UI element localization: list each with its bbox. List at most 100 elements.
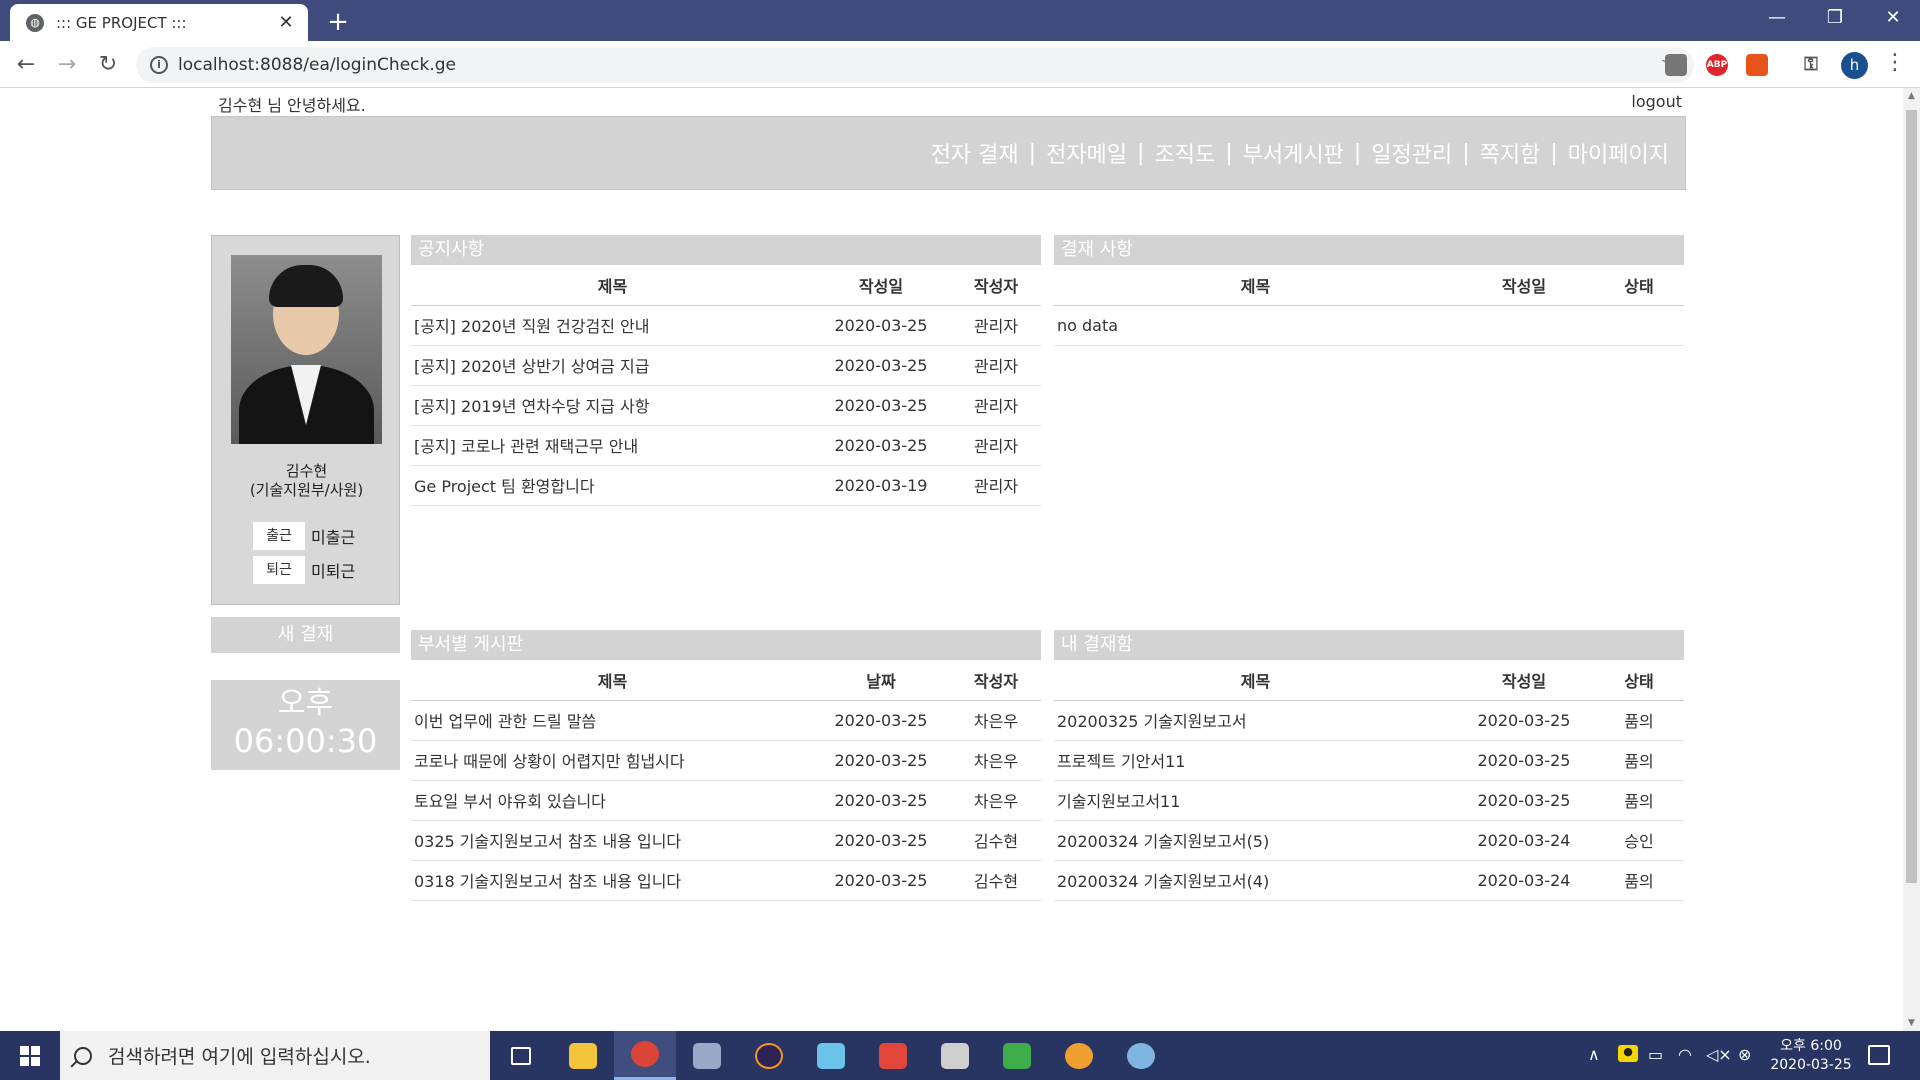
restore-button[interactable]: ❐ [1806, 0, 1864, 36]
paint-icon[interactable] [1110, 1031, 1172, 1080]
menu-schedule[interactable]: 일정관리 [1371, 137, 1452, 169]
menu-org-chart[interactable]: 조직도 [1154, 137, 1215, 169]
doc-status: 승인 [1594, 820, 1684, 861]
page-scrollbar[interactable]: ▲ ▼ [1903, 88, 1920, 1031]
back-button[interactable]: ← [10, 49, 42, 81]
minimize-button[interactable]: — [1748, 0, 1806, 36]
battery-icon[interactable]: ▭ [1648, 1045, 1663, 1064]
menu-dept-board[interactable]: 부서게시판 [1243, 137, 1344, 169]
notices-panel: 공지사항 제목 작성일 작성자 [공지] 2020년 직원 건강검진 안내 20… [411, 235, 1041, 506]
menu-icon[interactable]: ⋮ [1884, 50, 1906, 75]
notice-title[interactable]: [공지] 코로나 관련 재택근무 안내 [411, 425, 811, 466]
app-icon[interactable] [862, 1031, 924, 1080]
notice-title[interactable]: [공지] 2020년 직원 건강검진 안내 [411, 305, 811, 346]
col-header: 제목 [411, 660, 811, 701]
browser-toolbar: ← → ↻ i localhost:8088/ea/loginCheck.ge … [0, 41, 1920, 88]
close-tab-icon[interactable]: ✕ [276, 12, 296, 33]
notice-title[interactable]: [공지] 2020년 상반기 상여금 지급 [411, 345, 811, 386]
table-row[interactable]: 20200324 기술지원보고서(4) 2020-03-24 품의 [1054, 860, 1684, 901]
forward-button[interactable]: → [51, 49, 83, 81]
table-row[interactable]: 코로나 때문에 상황이 어렵지만 힘냅시다 2020-03-25 차은우 [411, 740, 1041, 781]
system-clock[interactable]: 오후 6:00 2020-03-25 [1756, 1037, 1866, 1075]
scroll-down-icon[interactable]: ▼ [1903, 1015, 1920, 1031]
col-header: 작성일 [1454, 265, 1594, 306]
table-row[interactable]: 20200324 기술지원보고서(5) 2020-03-24 승인 [1054, 820, 1684, 861]
col-header: 작성일 [811, 265, 951, 306]
table-row[interactable]: [공지] 2020년 상반기 상여금 지급 2020-03-25 관리자 [411, 345, 1041, 386]
settings-gear-icon[interactable] [1048, 1031, 1110, 1080]
extension-icon[interactable] [1665, 54, 1687, 76]
reload-button[interactable]: ↻ [92, 49, 124, 81]
checkin-button[interactable]: 출근 [253, 522, 305, 550]
chrome-icon[interactable] [614, 1031, 676, 1080]
table-row[interactable]: 이번 업무에 관한 드릴 말씀 2020-03-25 차은우 [411, 700, 1041, 741]
notice-title[interactable]: [공지] 2019년 연차수당 지급 사항 [411, 385, 811, 426]
file-explorer-icon[interactable] [552, 1031, 614, 1080]
table-row[interactable]: [공지] 2020년 직원 건강검진 안내 2020-03-25 관리자 [411, 305, 1041, 346]
media-icon[interactable] [986, 1031, 1048, 1080]
taskbar-search[interactable]: 검색하려면 여기에 입력하십시오. [60, 1031, 490, 1080]
close-window-button[interactable]: ✕ [1864, 0, 1920, 36]
info-icon[interactable]: i [150, 56, 168, 74]
notifications-icon[interactable] [1868, 1045, 1890, 1065]
doc-title[interactable]: 프로젝트 기안서11 [1054, 740, 1454, 781]
notepad-icon[interactable] [800, 1031, 862, 1080]
table-row[interactable]: 프로젝트 기안서11 2020-03-25 품의 [1054, 740, 1684, 781]
adblock-icon[interactable]: ABP [1706, 54, 1728, 76]
terminal-icon[interactable] [924, 1031, 986, 1080]
checkout-button[interactable]: 퇴근 [253, 556, 305, 584]
doc-status: 품의 [1594, 780, 1684, 821]
key-icon[interactable]: ⚿ [1800, 54, 1822, 76]
col-header: 날짜 [811, 660, 951, 701]
tray-chevron-icon[interactable]: ∧ [1588, 1045, 1600, 1064]
menu-separator: | [1137, 140, 1145, 166]
table-row[interactable]: 0325 기술지원보고서 참조 내용 입니다 2020-03-25 김수현 [411, 820, 1041, 861]
logout-link[interactable]: logout [1631, 92, 1682, 111]
wifi-icon[interactable]: ◠ [1678, 1045, 1692, 1064]
post-title[interactable]: 코로나 때문에 상황이 어렵지만 힘냅시다 [411, 740, 811, 781]
table-row[interactable]: [공지] 코로나 관련 재택근무 안내 2020-03-25 관리자 [411, 425, 1041, 466]
table-row[interactable]: 20200325 기술지원보고서 2020-03-25 품의 [1054, 700, 1684, 741]
table-row[interactable]: Ge Project 팀 환영합니다 2020-03-19 관리자 [411, 465, 1041, 506]
doc-title[interactable]: 기술지원보고서11 [1054, 780, 1454, 821]
new-tab-button[interactable]: + [322, 6, 354, 38]
approvals-panel: 결재 사항 제목 작성일 상태 no data [1054, 235, 1684, 346]
post-title[interactable]: 토요일 부서 야유회 있습니다 [411, 780, 811, 821]
post-title[interactable]: 이번 업무에 관한 드릴 말씀 [411, 700, 811, 741]
table-row[interactable]: [공지] 2019년 연차수당 지급 사항 2020-03-25 관리자 [411, 385, 1041, 426]
menu-messages[interactable]: 쪽지함 [1480, 137, 1541, 169]
panel-title: 공지사항 [411, 235, 1041, 265]
office-icon[interactable] [1746, 54, 1768, 76]
post-title[interactable]: 0318 기술지원보고서 참조 내용 입니다 [411, 860, 811, 901]
table-row[interactable]: 0318 기술지원보고서 참조 내용 입니다 2020-03-25 김수현 [411, 860, 1041, 901]
clock-widget: 오후 06:00:30 [211, 680, 400, 770]
table-row[interactable]: 기술지원보고서11 2020-03-25 품의 [1054, 780, 1684, 821]
kakaotalk-icon[interactable]: ● [1618, 1045, 1638, 1062]
col-header: 작성일 [1454, 660, 1594, 701]
page-viewport: 김수현 님 안녕하세요. logout 전자 결재 | 전자메일 | 조직도 |… [0, 88, 1903, 1031]
doc-title[interactable]: 20200324 기술지원보고서(4) [1054, 860, 1454, 901]
clock-ampm: 오후 [277, 686, 334, 721]
menu-email[interactable]: 전자메일 [1046, 137, 1127, 169]
menu-mypage[interactable]: 마이페이지 [1568, 137, 1669, 169]
new-approval-button[interactable]: 새 결재 [211, 617, 400, 653]
menu-approval[interactable]: 전자 결재 [931, 137, 1019, 169]
start-button[interactable] [0, 1031, 58, 1080]
address-bar[interactable]: i localhost:8088/ea/loginCheck.ge ☆ [136, 47, 1694, 83]
database-icon[interactable] [676, 1031, 738, 1080]
volume-icon[interactable]: ◁× [1706, 1045, 1732, 1064]
table-row[interactable]: 토요일 부서 야유회 있습니다 2020-03-25 차은우 [411, 780, 1041, 821]
my-approvals-panel: 내 결재함 제목 작성일 상태 20200325 기술지원보고서 2020-03… [1054, 630, 1684, 901]
doc-title[interactable]: 20200324 기술지원보고서(5) [1054, 820, 1454, 861]
post-title[interactable]: 0325 기술지원보고서 참조 내용 입니다 [411, 820, 811, 861]
ime-icon[interactable]: ⊗ [1738, 1045, 1751, 1064]
browser-tab[interactable]: ◍ ::: GE PROJECT ::: ✕ [10, 4, 308, 41]
notice-title[interactable]: Ge Project 팀 환영합니다 [411, 465, 811, 506]
scrollbar-thumb[interactable] [1906, 110, 1917, 883]
doc-title[interactable]: 20200325 기술지원보고서 [1054, 700, 1454, 741]
eclipse-icon[interactable] [738, 1031, 800, 1080]
profile-avatar[interactable]: h [1841, 52, 1868, 79]
scroll-up-icon[interactable]: ▲ [1903, 88, 1920, 104]
clock-time: 06:00:30 [233, 722, 378, 760]
task-view-icon[interactable] [490, 1031, 552, 1080]
